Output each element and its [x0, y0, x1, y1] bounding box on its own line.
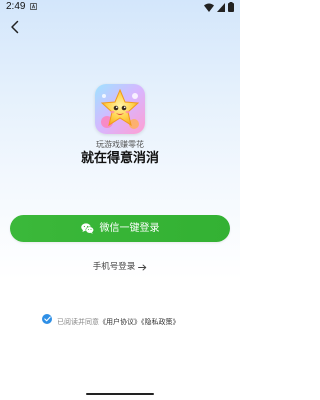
app-logo: [95, 84, 145, 134]
agreement-prefix: 已阅读并同意: [57, 318, 99, 326]
phone-login-label: 手机号登录: [92, 262, 136, 272]
slogan-subtitle: 玩游戏赚零花: [96, 140, 144, 149]
chevron-left-icon: [11, 20, 19, 34]
battery-icon: [228, 2, 234, 12]
user-agreement-link[interactable]: 《用户协议》: [99, 318, 141, 326]
status-time: 2:49: [6, 1, 26, 12]
wechat-login-label: 微信一键登录: [99, 222, 160, 234]
privacy-policy-link[interactable]: 《隐私政策》: [141, 318, 180, 326]
signal-icon: [217, 2, 225, 12]
slogan-title: 就在得意消消: [80, 151, 159, 166]
status-bar: 2:49: [0, 0, 240, 14]
agreement-row: 已阅读并同意《用户协议》《隐私政策》: [42, 309, 180, 328]
phone-login-link[interactable]: 手机号登录: [0, 262, 240, 272]
home-indicator: [86, 393, 154, 395]
wifi-icon: [204, 3, 214, 12]
check-circle-icon[interactable]: [42, 313, 52, 324]
login-screen: 2:49 玩游戏赚零花 就在得意消消 微信一键登录 手机号登录 已阅读并同意《用…: [0, 0, 240, 400]
status-icons: [204, 2, 234, 12]
a-icon: [30, 3, 37, 10]
wechat-icon: [80, 223, 94, 234]
wechat-login-button[interactable]: 微信一键登录: [10, 215, 230, 242]
back-button[interactable]: [6, 18, 24, 36]
arrow-right-icon: [138, 264, 147, 270]
